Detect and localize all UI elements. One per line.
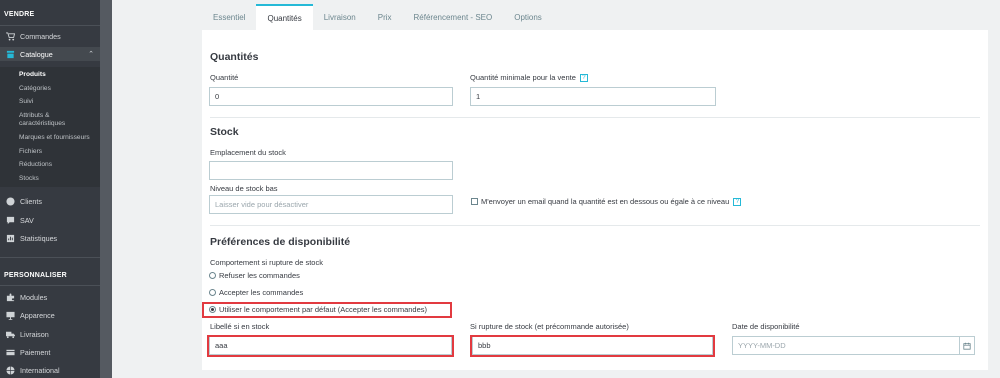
in-stock-label: Libellé si en stock <box>210 322 270 331</box>
tab-shipping[interactable]: Livraison <box>313 4 367 30</box>
sidebar-item-label: International <box>20 365 60 375</box>
quantity-label: Quantité <box>210 73 239 82</box>
sidebar-subitem-files[interactable]: Fichiers <box>19 148 97 156</box>
divider <box>210 117 980 118</box>
user-icon <box>5 196 15 206</box>
low-stock-email-checkbox[interactable]: M'envoyer un email quand la quantité est… <box>471 197 742 206</box>
tab-quantities[interactable]: Quantités <box>256 4 313 30</box>
divider <box>0 285 100 286</box>
sidebar-subitem-discounts[interactable]: Réductions <box>19 161 97 169</box>
radio-label: Accepter les commandes <box>219 288 304 297</box>
sidebar-item-label: SAV <box>20 215 34 225</box>
out-of-stock-label: Si rupture de stock (et précommande auto… <box>470 322 629 331</box>
sidebar-subitem-brands[interactable]: Marques et fournisseurs <box>19 134 97 142</box>
sidebar: VENDRE Commandes Catalogue ⌃ Produits Ca… <box>0 0 100 378</box>
sidebar-item-stats[interactable]: Statistiques <box>0 231 100 245</box>
puzzle-icon <box>5 292 15 302</box>
sidebar-subitem-monitoring[interactable]: Suivi <box>19 98 97 106</box>
stock-location-label: Emplacement du stock <box>210 148 286 157</box>
stock-location-input[interactable] <box>209 161 453 180</box>
cart-icon <box>5 31 15 41</box>
credit-card-icon <box>5 347 15 357</box>
chat-icon <box>5 215 15 225</box>
sidebar-section-sell: VENDRE <box>4 11 35 18</box>
chevron-up-icon: ⌃ <box>88 51 94 58</box>
sidebar-subitem-products[interactable]: Produits <box>19 71 97 79</box>
radio-deny-orders[interactable]: Refuser les commandes <box>209 271 300 280</box>
radio-allow-orders[interactable]: Accepter les commandes <box>209 288 303 297</box>
tab-essential[interactable]: Essentiel <box>202 4 256 30</box>
sidebar-subitem-stocks[interactable]: Stocks <box>19 175 97 183</box>
tab-seo[interactable]: Référencement - SEO <box>403 4 504 30</box>
sidebar-item-label: Modules <box>20 292 48 302</box>
globe-icon <box>5 365 15 375</box>
availability-date-input[interactable]: YYYY-MM-DD <box>732 336 962 355</box>
sidebar-subitem-attributes[interactable]: Attributs & caractéristiques <box>19 112 97 128</box>
help-icon[interactable]: ? <box>579 74 588 83</box>
monitor-icon <box>5 310 15 320</box>
tab-options[interactable]: Options <box>503 4 553 30</box>
min-quantity-label-text: Quantité minimale pour la vente <box>470 73 576 82</box>
sidebar-item-payment[interactable]: Paiement <box>0 345 100 359</box>
highlight-box <box>207 335 454 357</box>
quantities-panel: Quantités Quantité 0 Quantité minimale p… <box>202 30 988 370</box>
sidebar-item-label: Statistiques <box>20 233 58 243</box>
sidebar-item-label: Clients <box>20 196 42 206</box>
quantity-input[interactable]: 0 <box>209 87 453 106</box>
divider <box>210 225 980 226</box>
radio-dot[interactable] <box>209 272 216 279</box>
stock-heading: Stock <box>210 126 239 138</box>
sidebar-item-orders[interactable]: Commandes <box>0 29 100 43</box>
highlight-box <box>470 335 715 357</box>
chart-icon <box>5 233 15 243</box>
sidebar-item-catalog[interactable]: Catalogue ⌃ <box>0 47 100 61</box>
sidebar-item-customers[interactable]: Clients <box>0 194 100 208</box>
highlight-box <box>202 302 452 318</box>
sidebar-item-modules[interactable]: Modules <box>0 290 100 304</box>
truck-icon <box>5 329 15 339</box>
availability-heading: Préférences de disponibilité <box>210 236 351 248</box>
availability-date-label: Date de disponibilité <box>732 322 800 331</box>
sidebar-section-customize: PERSONNALISER <box>4 272 67 279</box>
radio-label: Refuser les commandes <box>219 271 300 280</box>
tab-pricing[interactable]: Prix <box>367 4 403 30</box>
calendar-icon[interactable] <box>959 336 975 355</box>
sidebar-item-label: Apparence <box>20 310 55 320</box>
sidebar-item-shipping[interactable]: Livraison <box>0 327 100 341</box>
checkbox-box[interactable] <box>471 198 478 205</box>
min-quantity-label: Quantité minimale pour la vente? <box>470 73 588 83</box>
divider <box>0 25 100 26</box>
low-stock-label: Niveau de stock bas <box>210 184 278 193</box>
sidebar-item-label: Commandes <box>20 31 61 41</box>
sidebar-item-label: Catalogue <box>20 49 53 59</box>
sidebar-item-appearance[interactable]: Apparence <box>0 308 100 322</box>
sidebar-item-sav[interactable]: SAV <box>0 213 100 227</box>
oos-behavior-label: Comportement si rupture de stock <box>210 258 323 267</box>
sidebar-item-international[interactable]: International <box>0 363 100 377</box>
help-icon[interactable]: ? <box>733 197 742 206</box>
product-tabs: Essentiel Quantités Livraison Prix Référ… <box>202 4 553 30</box>
sidebar-scroll-strip <box>100 0 112 378</box>
sidebar-item-label: Livraison <box>20 329 49 339</box>
divider <box>0 257 100 258</box>
sidebar-subitem-categories[interactable]: Catégories <box>19 85 97 93</box>
min-quantity-input[interactable]: 1 <box>470 87 716 106</box>
quantities-heading: Quantités <box>210 51 259 63</box>
checkbox-label: M'envoyer un email quand la quantité est… <box>481 197 730 206</box>
low-stock-input[interactable]: Laisser vide pour désactiver <box>209 195 453 214</box>
store-icon <box>5 49 15 59</box>
radio-dot[interactable] <box>209 289 216 296</box>
sidebar-item-label: Paiement <box>20 347 51 357</box>
